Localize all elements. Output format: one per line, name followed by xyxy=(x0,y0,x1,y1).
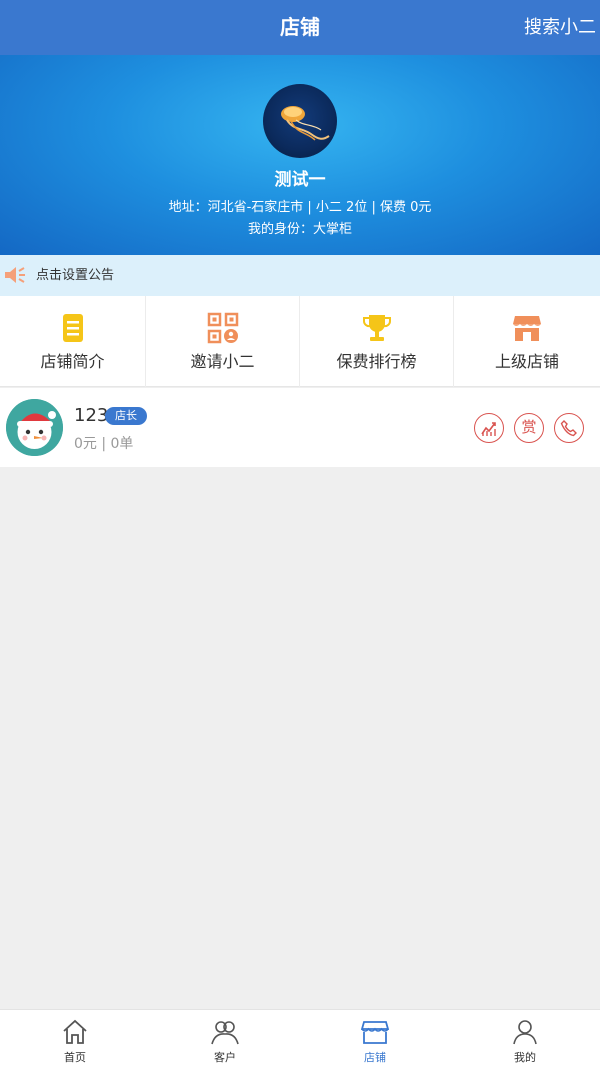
menu-label: 保费排行榜 xyxy=(336,352,417,371)
user-icon xyxy=(513,1020,537,1045)
qr-code-icon xyxy=(207,312,238,344)
menu-label: 邀请小二 xyxy=(190,352,255,371)
speaker-icon xyxy=(5,267,25,283)
tab-home[interactable]: 首页 xyxy=(0,1010,150,1067)
shop-role: 我的身份：大掌柜 xyxy=(247,222,352,237)
search-staff-button[interactable]: 搜索小二 xyxy=(524,0,596,55)
home-icon xyxy=(63,1019,87,1044)
reward-label: 赏 xyxy=(521,418,537,436)
top-bar: 店铺 搜索小二 xyxy=(0,0,600,55)
tab-customers[interactable]: 客户 xyxy=(150,1010,300,1067)
tab-shop[interactable]: 店铺 xyxy=(300,1010,450,1067)
chart-icon xyxy=(481,422,496,436)
document-icon xyxy=(62,314,83,342)
staff-row[interactable]: 123 店长 0元 | 0单 赏 xyxy=(0,388,600,467)
bottom-tab-bar: 首页 客户 店铺 我的 xyxy=(0,1009,600,1067)
notice-text: 点击设置公告 xyxy=(36,268,115,283)
shop-avatar[interactable] xyxy=(263,84,337,158)
trophy-icon xyxy=(362,315,391,341)
tab-label: 客户 xyxy=(214,1051,236,1064)
tab-label: 我的 xyxy=(514,1051,536,1064)
shop-icon xyxy=(361,1021,389,1044)
phone-icon xyxy=(560,420,577,437)
shop-info: 地址：河北省-石家庄市 | 小二 2位 | 保费 0元 xyxy=(168,200,432,215)
jellyfish-image xyxy=(281,106,330,141)
tab-label: 首页 xyxy=(64,1051,86,1064)
shop-banner: 测试一 地址：河北省-石家庄市 | 小二 2位 | 保费 0元 我的身份：大掌柜 xyxy=(0,55,600,255)
staff-name: 123 xyxy=(74,405,109,426)
menu-premium-ranking[interactable]: 保费排行榜 xyxy=(300,296,454,387)
reward-button[interactable]: 赏 xyxy=(514,413,544,443)
menu-invite-staff[interactable]: 邀请小二 xyxy=(146,296,300,387)
staff-stats: 0元 | 0单 xyxy=(74,436,134,452)
call-button[interactable] xyxy=(554,413,584,443)
avatar xyxy=(6,399,63,456)
store-icon xyxy=(513,316,541,341)
tab-label: 店铺 xyxy=(364,1051,386,1064)
page-title: 店铺 xyxy=(280,15,320,39)
shop-menu: 店铺简介 邀请小二 保费排行榜 上级店铺 xyxy=(0,296,600,387)
tab-mine[interactable]: 我的 xyxy=(450,1010,600,1067)
notice-bar[interactable]: 点击设置公告 xyxy=(0,255,600,296)
menu-parent-shop[interactable]: 上级店铺 xyxy=(454,296,600,387)
role-badge: 店长 xyxy=(105,407,147,425)
performance-chart-button[interactable] xyxy=(474,413,504,443)
customers-icon xyxy=(211,1021,239,1045)
menu-label: 上级店铺 xyxy=(494,352,559,371)
snowman-avatar-image xyxy=(6,399,63,456)
shop-name: 测试一 xyxy=(274,170,326,190)
menu-label: 店铺简介 xyxy=(40,352,105,371)
menu-shop-intro[interactable]: 店铺简介 xyxy=(0,296,146,387)
